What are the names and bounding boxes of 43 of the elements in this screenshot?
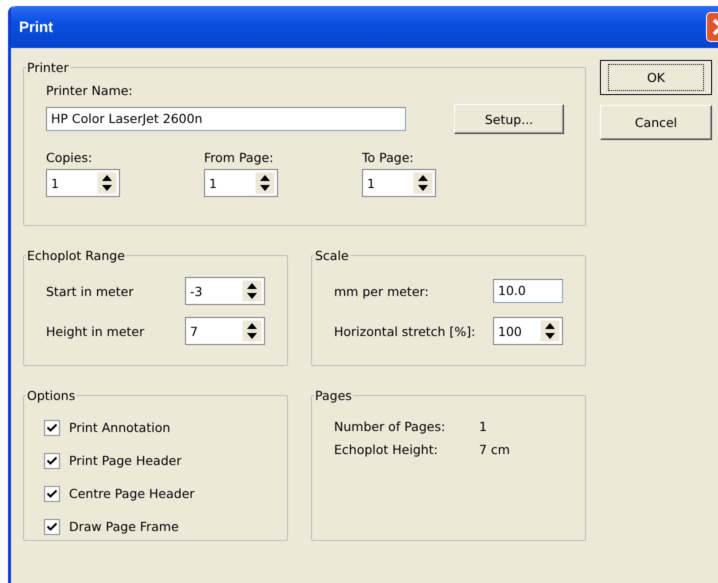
up-down-arrows-icon[interactable] bbox=[255, 172, 275, 194]
up-down-arrows-icon[interactable] bbox=[242, 280, 262, 302]
group-title: Echoplot Range bbox=[26, 248, 126, 263]
checkbox-label: Draw Page Frame bbox=[69, 519, 179, 534]
group-title: Pages bbox=[314, 388, 353, 403]
spin-box[interactable]: 1 bbox=[362, 169, 436, 197]
group-title: Printer bbox=[26, 60, 70, 75]
field-label: From Page: bbox=[204, 150, 274, 165]
checkbox-label: Print Annotation bbox=[69, 420, 170, 435]
field-label: Horizontal stretch [%]: bbox=[334, 324, 476, 338]
checkbox-label: Print Page Header bbox=[69, 453, 182, 468]
group-title: Scale bbox=[314, 248, 350, 263]
up-down-arrows-icon[interactable] bbox=[540, 320, 560, 342]
field-label: Height in meter bbox=[46, 324, 144, 338]
field-label: mm per meter: bbox=[334, 284, 429, 298]
checkbox[interactable] bbox=[44, 452, 60, 468]
up-down-arrows-icon[interactable] bbox=[413, 172, 433, 194]
printer-name-field[interactable]: HP Color LaserJet 2600n bbox=[46, 107, 406, 131]
checkbox[interactable] bbox=[44, 518, 60, 534]
field-label: Printer Name: bbox=[46, 83, 133, 98]
field-label: Copies: bbox=[46, 150, 94, 165]
dialog-button[interactable]: OK bbox=[600, 60, 712, 95]
dialog-button[interactable]: Cancel bbox=[600, 105, 712, 140]
field-label: Start in meter bbox=[46, 284, 134, 298]
up-down-arrows-icon[interactable] bbox=[242, 320, 262, 342]
text-field[interactable]: 10.0 bbox=[493, 279, 563, 303]
window-title: Print bbox=[18, 18, 54, 36]
info-label: Echoplot Height: bbox=[334, 442, 439, 457]
spin-box[interactable]: 7 bbox=[185, 317, 265, 345]
checkbox-label: Centre Page Header bbox=[69, 486, 195, 501]
checkbox[interactable] bbox=[44, 420, 60, 436]
up-down-arrows-icon[interactable] bbox=[97, 172, 117, 194]
checkbox[interactable] bbox=[44, 486, 60, 502]
info-label: Number of Pages: bbox=[334, 419, 446, 434]
spin-box[interactable]: 100 bbox=[493, 317, 563, 345]
spin-box[interactable]: 1 bbox=[46, 169, 120, 197]
field-label: To Page: bbox=[362, 150, 415, 165]
spin-box[interactable]: -3 bbox=[185, 277, 265, 305]
setup-button[interactable]: Setup... bbox=[454, 104, 564, 134]
info-value: 1 bbox=[479, 419, 488, 434]
spin-box[interactable]: 1 bbox=[204, 169, 278, 197]
info-value: 7 cm bbox=[479, 442, 511, 457]
group-title: Options bbox=[26, 388, 76, 403]
